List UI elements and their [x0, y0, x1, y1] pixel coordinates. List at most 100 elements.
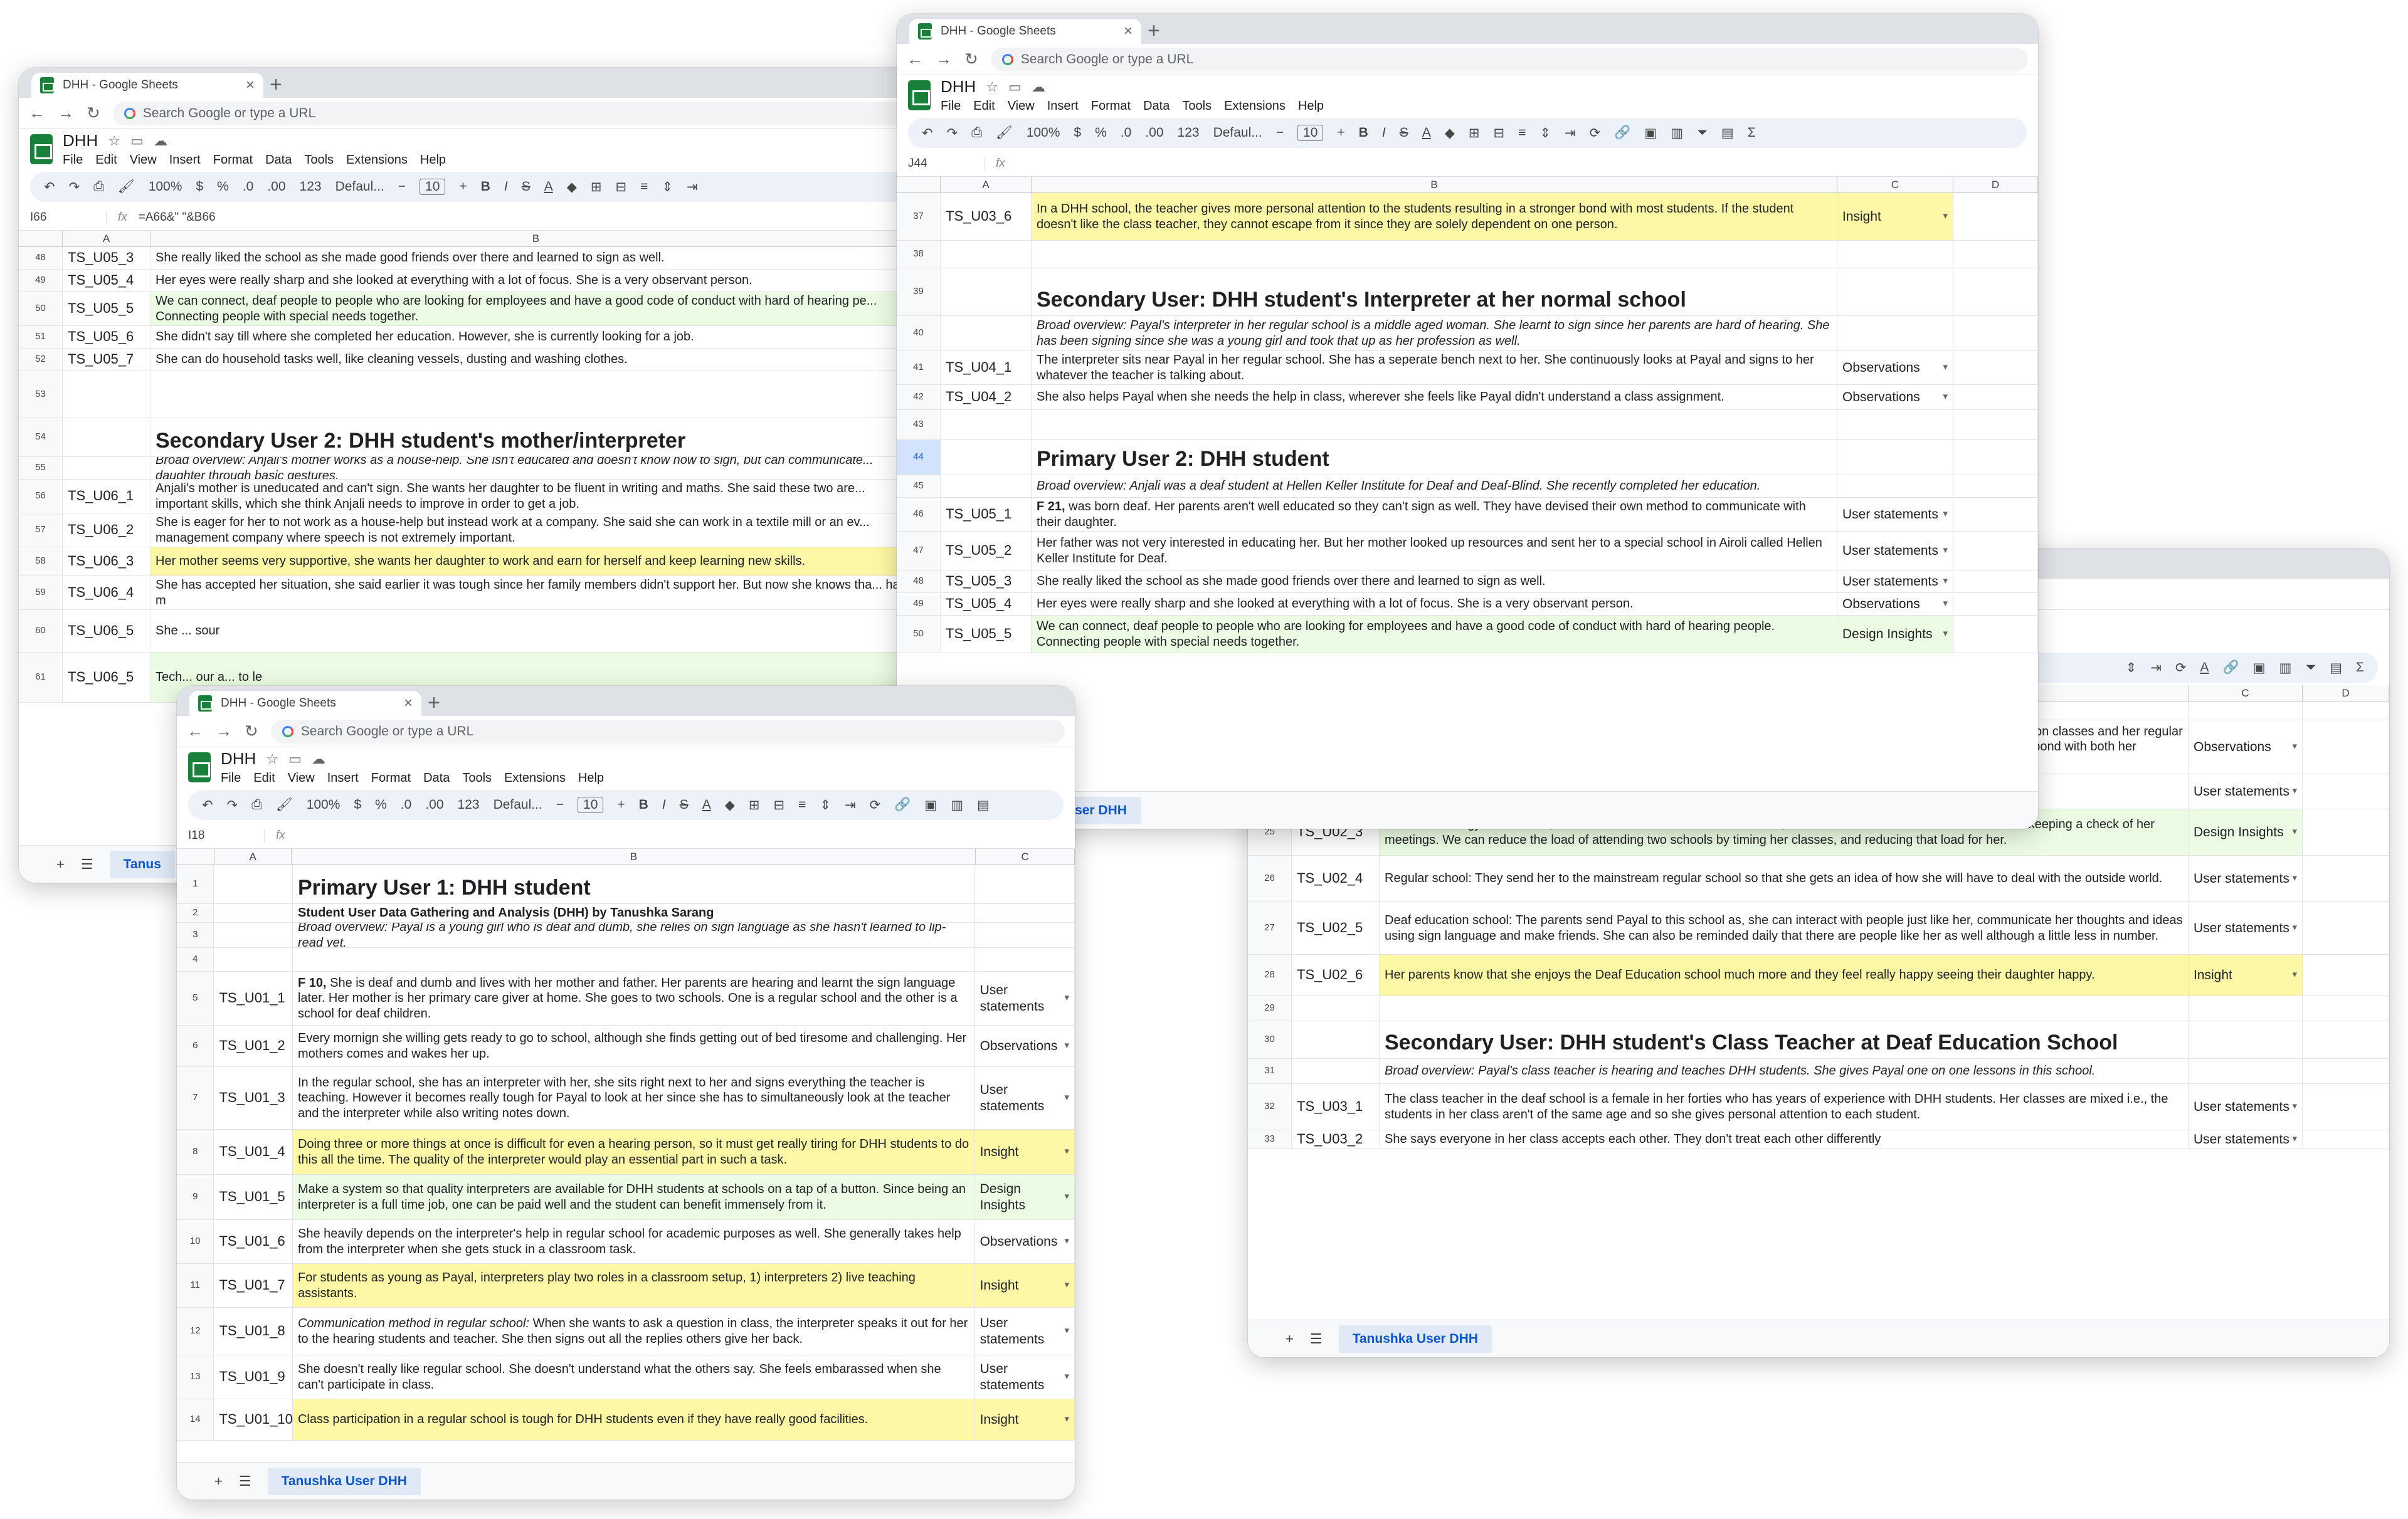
category-dropdown[interactable]: Insight: [974, 1264, 1075, 1307]
wrap-icon[interactable]: ⇥: [2150, 660, 2162, 676]
row-number[interactable]: 53: [19, 371, 63, 418]
cell-text[interactable]: Her father was not very interested in ed…: [1032, 532, 1837, 570]
cell-id[interactable]: [63, 457, 150, 479]
zoom-select[interactable]: 100%: [307, 797, 341, 812]
views-icon[interactable]: ▤: [977, 797, 990, 813]
number-format-button[interactable]: 123: [1178, 125, 1200, 140]
empty-cell[interactable]: [1953, 498, 2038, 531]
category-dropdown[interactable]: Insight: [974, 1399, 1075, 1440]
section-heading-cell[interactable]: Secondary User: DHH student's Interprete…: [1032, 268, 1837, 315]
cell-text[interactable]: Her mother seems very supportive, she wa…: [150, 547, 922, 576]
cell-id[interactable]: TS_U05_6: [63, 326, 150, 348]
row-number[interactable]: 27: [1248, 902, 1292, 954]
row-number[interactable]: 48: [897, 570, 941, 592]
print-icon[interactable]: ⎙: [251, 797, 262, 812]
bold-icon[interactable]: B: [639, 797, 648, 812]
cell-id[interactable]: TS_U01_9: [214, 1355, 293, 1399]
strikethrough-icon[interactable]: S: [522, 179, 531, 194]
row-number[interactable]: 31: [1248, 1059, 1292, 1083]
percent-button[interactable]: %: [217, 179, 229, 194]
wrap-icon[interactable]: ⇥: [845, 797, 856, 813]
font-select[interactable]: Defaul...: [335, 179, 384, 194]
cell-text[interactable]: F 21, was born deaf. Her parents aren't …: [1032, 498, 1837, 531]
align-icon[interactable]: ≡: [798, 797, 806, 812]
menu-file[interactable]: File: [221, 771, 241, 786]
sheet-tab[interactable]: Tanushka User DHH: [1338, 1325, 1492, 1353]
menu-extensions[interactable]: Extensions: [346, 153, 408, 167]
currency-button[interactable]: $: [1074, 125, 1081, 140]
functions-icon[interactable]: Σ: [2356, 660, 2364, 675]
empty-cell[interactable]: [1953, 193, 2038, 240]
cell-id[interactable]: [1292, 996, 1380, 1021]
chart-icon[interactable]: ▥: [951, 797, 963, 813]
section-heading-cell[interactable]: Primary User 1: DHH student: [293, 865, 975, 903]
cell-id[interactable]: [214, 865, 293, 903]
sheets-logo-icon[interactable]: [908, 80, 931, 110]
cell-text[interactable]: [1032, 241, 1837, 268]
menu-help[interactable]: Help: [1298, 99, 1324, 113]
row-number[interactable]: 3: [177, 923, 214, 947]
col-header-b[interactable]: B: [1032, 177, 1837, 192]
cell-id[interactable]: TS_U01_4: [214, 1130, 293, 1174]
cell-text[interactable]: She can do household tasks well, like cl…: [150, 349, 922, 371]
empty-cell[interactable]: [1953, 268, 2038, 315]
rotate-icon[interactable]: ⟳: [870, 797, 881, 813]
row-number[interactable]: 41: [897, 351, 941, 384]
row-number[interactable]: 26: [1248, 856, 1292, 901]
cell-text[interactable]: The interpreter sits near Payal in her r…: [1032, 351, 1837, 384]
print-icon[interactable]: ⎙: [971, 125, 982, 140]
row-number[interactable]: 38: [897, 241, 941, 268]
add-sheet-icon[interactable]: +: [214, 1473, 223, 1490]
category-dropdown[interactable]: Observations: [975, 1026, 1075, 1066]
text-color-icon[interactable]: A: [544, 179, 553, 194]
cell-id[interactable]: [214, 923, 293, 947]
fill-color-icon[interactable]: ◆: [1445, 125, 1455, 141]
empty-cell[interactable]: [1953, 532, 2038, 570]
row-number[interactable]: 40: [897, 316, 941, 350]
row-number[interactable]: 55: [19, 457, 63, 479]
row-number[interactable]: 44: [897, 440, 941, 475]
category-dropdown[interactable]: Insight: [974, 1130, 1075, 1174]
menu-insert[interactable]: Insert: [169, 153, 201, 167]
section-heading-cell[interactable]: Secondary User 2: DHH student's mother/i…: [150, 418, 922, 456]
font-size-minus-icon[interactable]: −: [1276, 125, 1284, 140]
zoom-select[interactable]: 100%: [149, 179, 182, 194]
cell-text[interactable]: Broad overview: Payal's class teacher is…: [1380, 1059, 2189, 1083]
print-icon[interactable]: ⎙: [93, 179, 104, 194]
empty-cell[interactable]: [2303, 902, 2389, 954]
category-dropdown[interactable]: User statements: [975, 972, 1075, 1025]
cell-text[interactable]: Her eyes were really sharp and she looke…: [1032, 593, 1837, 615]
menu-tools[interactable]: Tools: [304, 153, 334, 167]
empty-cell[interactable]: [1953, 410, 2038, 439]
back-icon[interactable]: ←: [907, 50, 923, 69]
address-bar[interactable]: Search Google or type a URL: [112, 101, 912, 125]
redo-icon[interactable]: ↷: [227, 797, 238, 813]
cell-id[interactable]: [1292, 1059, 1380, 1083]
category-dropdown[interactable]: User statements: [2189, 856, 2303, 901]
menu-help[interactable]: Help: [578, 771, 604, 786]
category-dropdown[interactable]: [975, 865, 1075, 903]
cell-id[interactable]: TS_U05_5: [63, 292, 150, 325]
star-icon[interactable]: ☆: [266, 751, 278, 767]
category-dropdown[interactable]: [975, 948, 1075, 971]
menu-insert[interactable]: Insert: [327, 771, 359, 786]
menu-tools[interactable]: Tools: [462, 771, 492, 786]
star-icon[interactable]: ☆: [108, 133, 120, 149]
borders-icon[interactable]: ⊞: [591, 179, 602, 195]
valign-icon[interactable]: ⇕: [1539, 125, 1551, 141]
category-dropdown[interactable]: Observations: [975, 1220, 1075, 1263]
row-number[interactable]: 6: [177, 1026, 214, 1066]
row-number[interactable]: 61: [19, 653, 63, 702]
cell-text[interactable]: She really liked the school as she made …: [150, 247, 922, 269]
row-number[interactable]: 33: [1248, 1130, 1292, 1148]
text-color-icon[interactable]: A: [2200, 660, 2209, 675]
cell-text[interactable]: [150, 371, 922, 418]
category-dropdown[interactable]: User statements: [975, 1308, 1075, 1355]
menu-data[interactable]: Data: [423, 771, 450, 786]
name-box[interactable]: J44: [897, 156, 985, 171]
category-dropdown[interactable]: [975, 904, 1075, 922]
row-number[interactable]: 9: [177, 1175, 214, 1219]
decrease-decimal-button[interactable]: .0: [243, 179, 254, 194]
cell-id[interactable]: [214, 948, 293, 971]
add-sheet-icon[interactable]: +: [56, 856, 65, 873]
